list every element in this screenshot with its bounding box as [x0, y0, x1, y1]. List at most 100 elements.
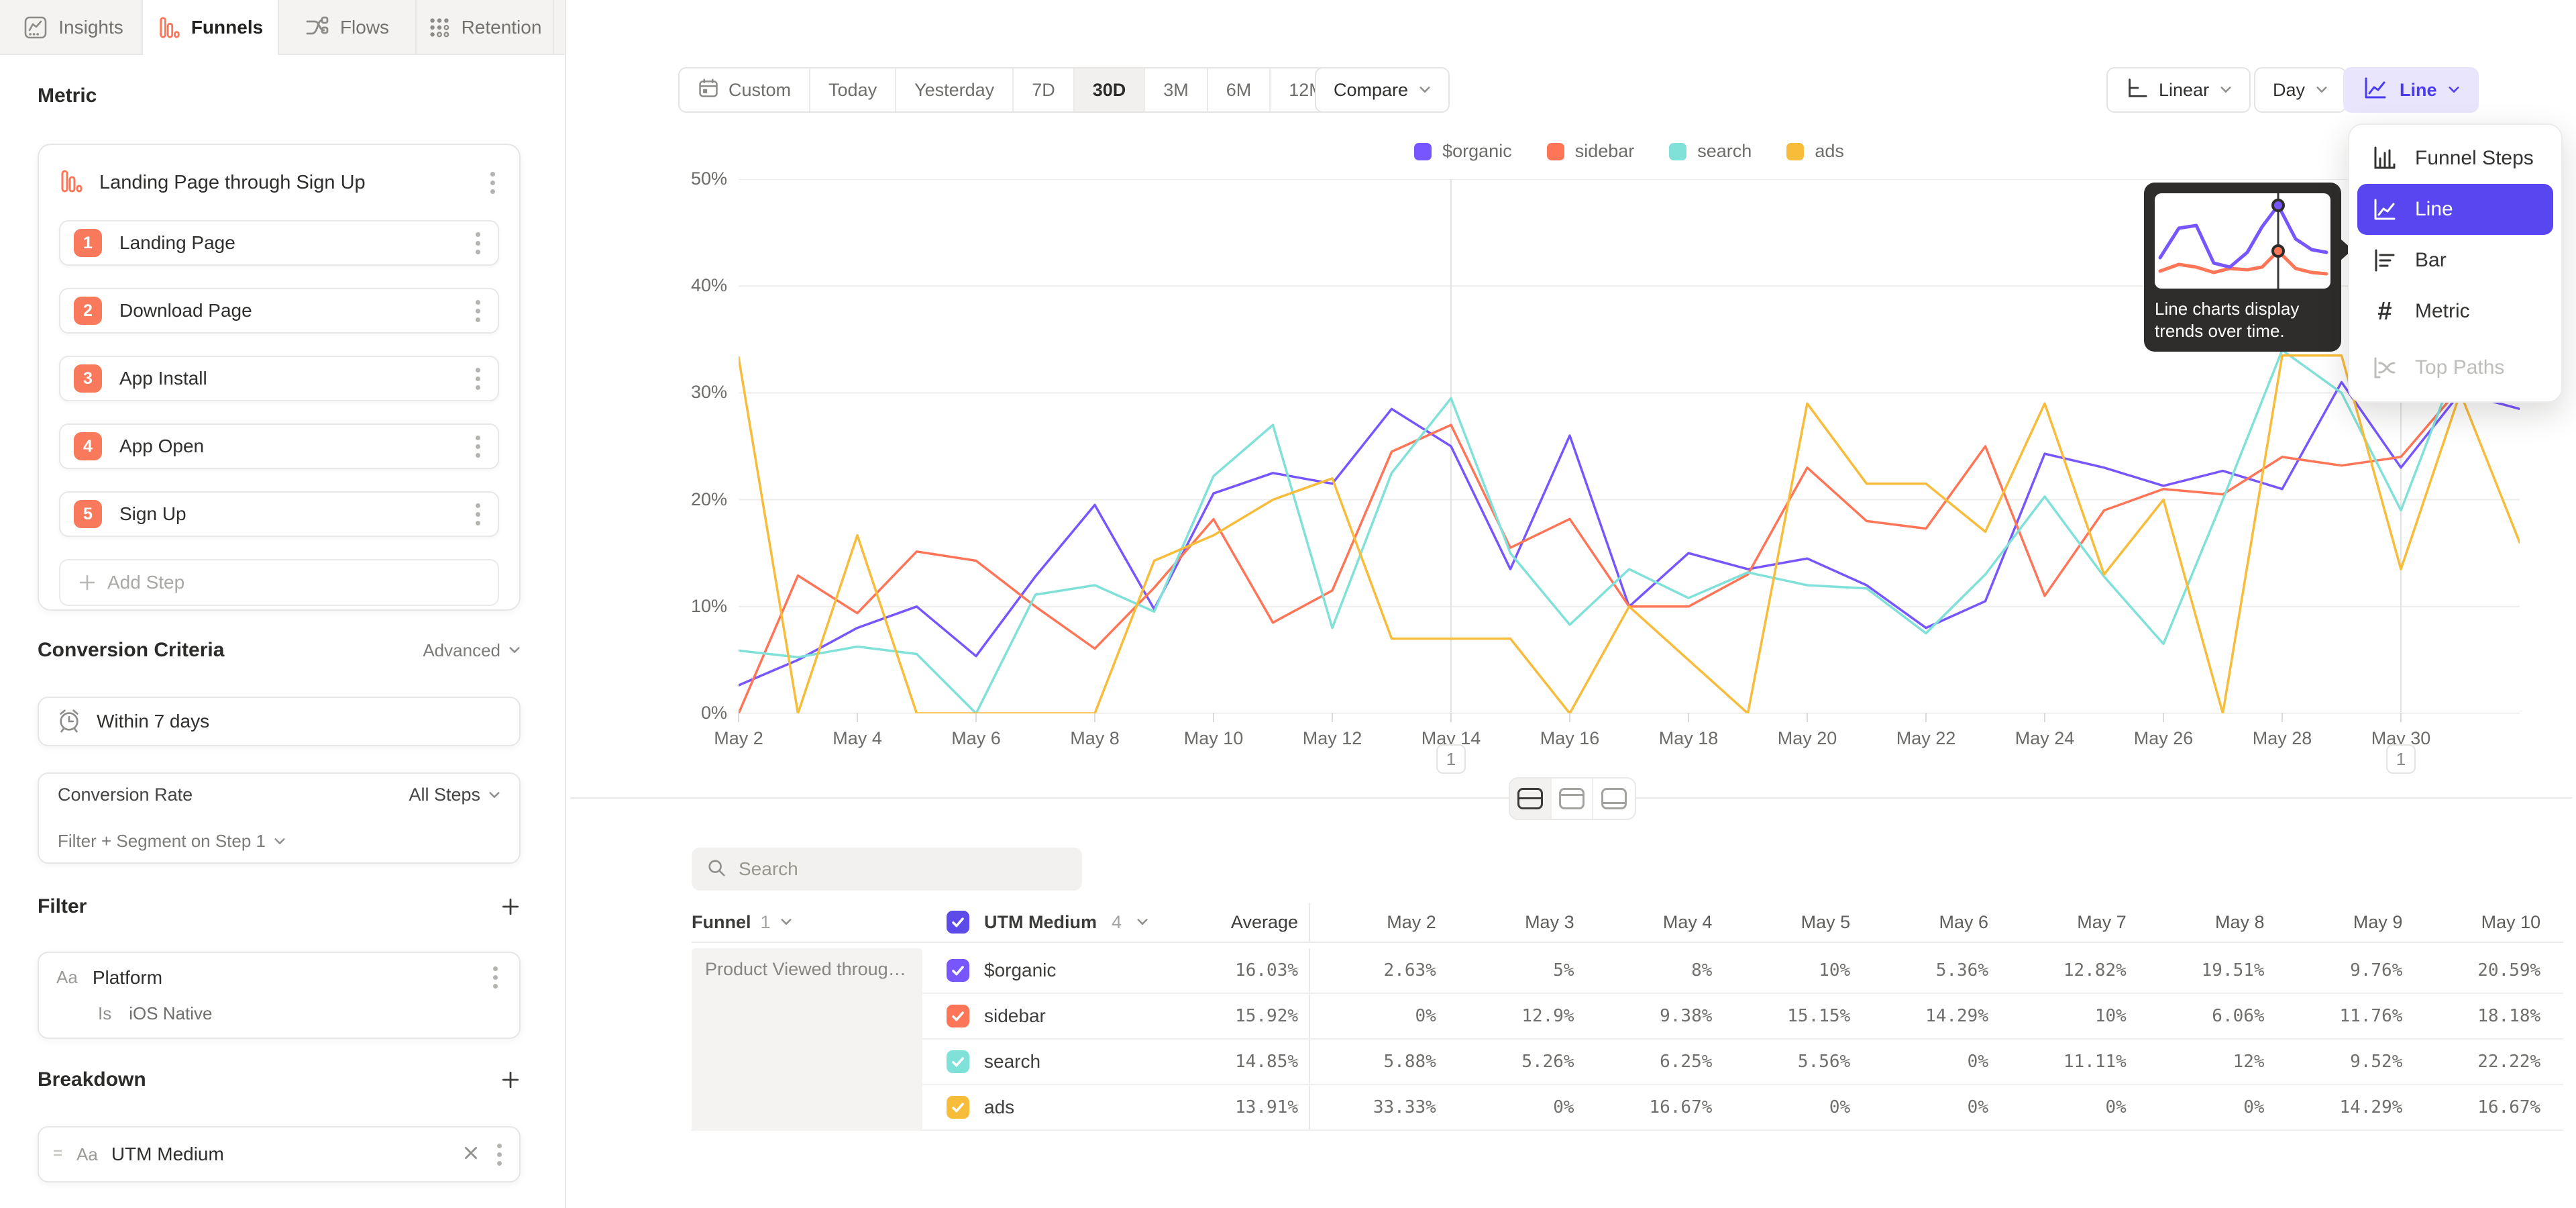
- add-step-button[interactable]: Add Step: [59, 559, 499, 606]
- legend-item-organic[interactable]: $organic: [1414, 141, 1512, 162]
- x-tick-label: May 24: [2015, 728, 2075, 749]
- funnel-column-header[interactable]: Funnel 1: [692, 912, 947, 933]
- step-label: Download Page: [119, 300, 454, 321]
- chart-view-icon: [1559, 788, 1585, 809]
- menu-item-metric[interactable]: #Metric: [2357, 286, 2553, 337]
- funnel-step-3[interactable]: 3App Install: [59, 356, 499, 401]
- tab-flows[interactable]: Flows: [279, 0, 417, 55]
- date-column-header[interactable]: May 10: [2413, 912, 2551, 933]
- legend-item-sidebar[interactable]: sidebar: [1547, 141, 1635, 162]
- series-checkbox[interactable]: [947, 1096, 969, 1119]
- filter-kebab-menu[interactable]: [489, 962, 502, 993]
- date-column-header[interactable]: May 4: [1585, 912, 1723, 933]
- advanced-toggle[interactable]: Advanced: [423, 640, 521, 661]
- menu-item-line[interactable]: Line: [2357, 184, 2553, 235]
- range-30d[interactable]: 30D: [1075, 68, 1146, 111]
- funnel-step-5[interactable]: 5Sign Up: [59, 491, 499, 537]
- conversion-rate-steps-dropdown[interactable]: All Steps: [409, 785, 500, 805]
- cell-value: 19.51%: [2137, 960, 2275, 980]
- date-column-header[interactable]: May 6: [1861, 912, 1999, 933]
- cell-value: 5.36%: [1861, 960, 1999, 980]
- tab-funnels[interactable]: Funnels: [142, 0, 279, 55]
- table-view-icon: [1601, 788, 1627, 809]
- layout-chart-button[interactable]: [1552, 778, 1593, 819]
- add-filter-button[interactable]: [500, 897, 521, 917]
- series-checkbox[interactable]: [947, 1005, 969, 1027]
- range-7d[interactable]: 7D: [1014, 68, 1075, 111]
- annotation-badge[interactable]: 1: [1436, 744, 1466, 774]
- breakdown-kebab-menu[interactable]: [493, 1140, 506, 1170]
- range-today[interactable]: Today: [810, 68, 896, 111]
- chart-type-button[interactable]: Line: [2343, 67, 2479, 113]
- tab-insights[interactable]: Insights: [5, 0, 143, 55]
- funnel-steps-list: 1Landing Page 2Download Page 3App Install 4…: [39, 220, 519, 606]
- filter-heading: Filter: [38, 895, 87, 918]
- legend-item-ads[interactable]: ads: [1786, 141, 1844, 162]
- string-type-icon: Aa: [76, 1144, 98, 1165]
- average-value: 16.03%: [1155, 960, 1309, 980]
- date-column-header[interactable]: May 3: [1447, 912, 1585, 933]
- breakdown-column-header[interactable]: UTM Medium 4: [947, 911, 1155, 934]
- chevron-down-icon: [274, 838, 286, 846]
- metric-title-row[interactable]: Landing Page through Sign Up: [39, 145, 519, 220]
- range-3m[interactable]: 3M: [1145, 68, 1208, 111]
- tab-label: Flows: [340, 17, 389, 38]
- date-column-header[interactable]: May 9: [2275, 912, 2414, 933]
- select-all-checkbox[interactable]: [947, 911, 969, 934]
- x-tick-mark: [2400, 713, 2402, 722]
- conversion-window-card[interactable]: Within 7 days: [38, 697, 521, 746]
- step-kebab-menu[interactable]: [472, 228, 484, 258]
- range-custom[interactable]: Custom: [680, 68, 810, 111]
- step-kebab-menu[interactable]: [472, 296, 484, 326]
- date-column-header[interactable]: May 2: [1309, 903, 1447, 942]
- search-input[interactable]: [739, 858, 1067, 880]
- cell-value: 6.25%: [1585, 1052, 1723, 1072]
- chevron-down-icon: [1136, 918, 1148, 926]
- metric-kebab-menu[interactable]: [486, 168, 499, 198]
- range-yesterday[interactable]: Yesterday: [896, 68, 1014, 111]
- date-column-header[interactable]: May 8: [2137, 912, 2275, 933]
- filter-segment-dropdown[interactable]: Filter + Segment on Step 1: [58, 831, 286, 852]
- funnel-step-2[interactable]: 2Download Page: [59, 288, 499, 334]
- date-column-header[interactable]: May 7: [1999, 912, 2137, 933]
- average-value: 13.91%: [1155, 1097, 1309, 1117]
- average-column-header[interactable]: Average: [1155, 912, 1309, 933]
- filter-value[interactable]: iOS Native: [129, 1003, 212, 1024]
- legend-item-search[interactable]: search: [1669, 141, 1752, 162]
- layout-split-button[interactable]: [1510, 778, 1552, 819]
- tab-label: Retention: [462, 17, 542, 38]
- interval-button[interactable]: Day: [2254, 67, 2347, 113]
- chevron-down-icon: [780, 918, 792, 926]
- remove-breakdown-icon[interactable]: [462, 1144, 480, 1165]
- tab-retention[interactable]: Retention: [417, 0, 554, 55]
- drag-handle-icon[interactable]: [52, 1146, 63, 1163]
- funnel-step-4[interactable]: 4App Open: [59, 423, 499, 469]
- scale-button[interactable]: Linear: [2106, 67, 2251, 113]
- menu-item-bar[interactable]: Bar: [2357, 235, 2553, 286]
- add-breakdown-button[interactable]: [500, 1070, 521, 1090]
- chevron-down-icon: [2316, 86, 2328, 94]
- y-tick-label: 20%: [633, 489, 727, 510]
- range-6m[interactable]: 6M: [1208, 68, 1271, 111]
- cell-value: 0%: [1309, 994, 1447, 1038]
- series-name-cell: ads: [947, 1096, 1155, 1119]
- cell-value: 0%: [1723, 1097, 1861, 1117]
- date-column-header[interactable]: May 5: [1723, 912, 1861, 933]
- breakdown-property[interactable]: UTM Medium: [111, 1144, 449, 1165]
- compare-button[interactable]: Compare: [1315, 67, 1450, 113]
- funnel-step-1[interactable]: 1Landing Page: [59, 220, 499, 266]
- funnel-cell[interactable]: Product Viewed through P...: [692, 948, 922, 1131]
- step-kebab-menu[interactable]: [472, 364, 484, 394]
- annotation-badge[interactable]: 1: [2386, 744, 2416, 774]
- series-checkbox[interactable]: [947, 1050, 969, 1073]
- average-value: 15.92%: [1155, 1006, 1309, 1026]
- layout-table-button[interactable]: [1593, 778, 1635, 819]
- filter-operator[interactable]: Is: [98, 1003, 111, 1024]
- series-name-cell: $organic: [947, 959, 1155, 982]
- filter-property[interactable]: Platform: [93, 967, 474, 989]
- x-tick-label: May 4: [833, 728, 882, 749]
- step-kebab-menu[interactable]: [472, 432, 484, 462]
- step-kebab-menu[interactable]: [472, 499, 484, 530]
- series-checkbox[interactable]: [947, 959, 969, 982]
- menu-item-funnel-steps[interactable]: Funnel Steps: [2357, 133, 2553, 184]
